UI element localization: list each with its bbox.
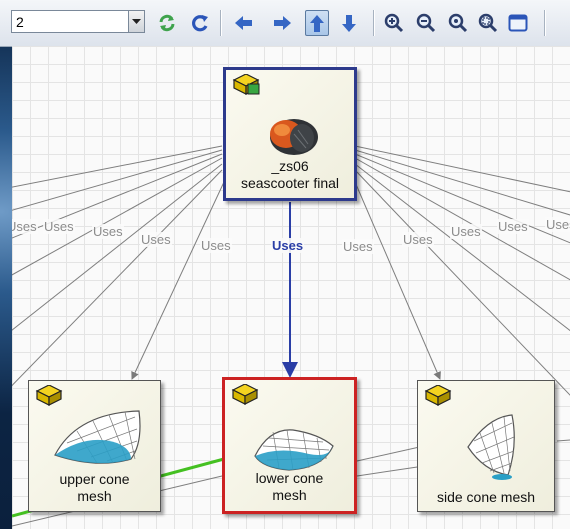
refresh-icon [159, 14, 175, 32]
node-label-line2: mesh [272, 487, 307, 503]
assembly-badge-icon [232, 74, 260, 95]
edge-line [556, 439, 570, 442]
window-button[interactable] [506, 10, 530, 36]
edge-label: Uses [92, 224, 124, 239]
selected-edge-label: Uses [271, 238, 305, 253]
forward-button[interactable] [270, 10, 294, 36]
edge-label: Uses [43, 219, 75, 234]
zoom-fit-button[interactable] [446, 10, 470, 36]
zoom-selection-button[interactable] [476, 10, 500, 36]
edge-line [354, 181, 441, 380]
edge-line [131, 181, 225, 380]
edge-line [356, 445, 425, 462]
back-button[interactable] [232, 10, 256, 36]
seascooter-model-icon [270, 119, 318, 155]
node-side-cone-mesh[interactable]: side cone mesh [417, 380, 555, 512]
zoom-out-icon [416, 13, 436, 33]
zoom-in-icon [384, 13, 404, 33]
zoom-selection-icon [478, 13, 498, 33]
node-lower-cone-mesh[interactable]: lower cone mesh [222, 377, 357, 514]
arrow-up-icon [310, 15, 324, 32]
mesh-model-icon [54, 410, 141, 464]
arrow-down-icon [342, 15, 356, 32]
node-label-line1: _zs06 [271, 158, 309, 174]
edge-label: Uses [402, 232, 434, 247]
level-combo-box[interactable]: 2 [11, 10, 145, 33]
graph-canvas[interactable]: Uses Uses Uses Uses Uses Uses Uses Uses … [12, 46, 570, 529]
arrow-left-icon [235, 16, 252, 30]
edge-label: Uses [200, 238, 232, 253]
node-label-line2: seascooter final [240, 175, 340, 191]
edge-label: Uses [342, 239, 374, 254]
toolbar-separator [220, 10, 222, 36]
mesh-model-icon [467, 414, 515, 480]
reload-button[interactable] [188, 10, 212, 36]
refresh-button[interactable] [155, 10, 179, 36]
part-badge-icon [231, 384, 259, 405]
node-upper-cone-mesh[interactable]: upper cone mesh [28, 380, 161, 512]
edge-line [12, 163, 223, 331]
edge-line [12, 145, 223, 188]
node-seascooter-final[interactable]: _zs06 seascooter final [223, 67, 357, 201]
edge-label: Uses [12, 219, 38, 234]
toolbar-separator [373, 10, 375, 36]
zoom-out-button[interactable] [414, 10, 438, 36]
zoom-fit-icon [448, 13, 468, 33]
node-label-line1: upper cone [59, 471, 130, 487]
reload-icon [192, 15, 208, 32]
node-label-line1: side cone mesh [436, 489, 536, 505]
edge-label: Uses [140, 232, 172, 247]
up-button[interactable] [305, 10, 329, 36]
combo-dropdown-button[interactable] [128, 11, 144, 32]
mesh-model-icon [254, 429, 334, 471]
edge-label: Uses [545, 217, 570, 232]
edge-line [354, 149, 570, 216]
toolbar: 2 [0, 0, 570, 47]
node-label-line2: mesh [77, 488, 112, 504]
window-icon [508, 14, 528, 32]
arrow-right-icon [274, 16, 291, 30]
edge-label: Uses [450, 224, 482, 239]
edge-line [356, 465, 425, 477]
edge-label: Uses [497, 219, 529, 234]
edge-line [12, 149, 223, 211]
toolbar-separator [544, 10, 546, 36]
edge-line [354, 163, 570, 332]
combo-value: 2 [16, 14, 24, 30]
edge-line [12, 169, 223, 387]
zoom-in-button[interactable] [382, 10, 406, 36]
down-button[interactable] [338, 10, 362, 36]
part-badge-icon [424, 385, 452, 406]
node-label-line1: lower cone [255, 470, 324, 486]
chevron-down-icon [132, 19, 141, 24]
